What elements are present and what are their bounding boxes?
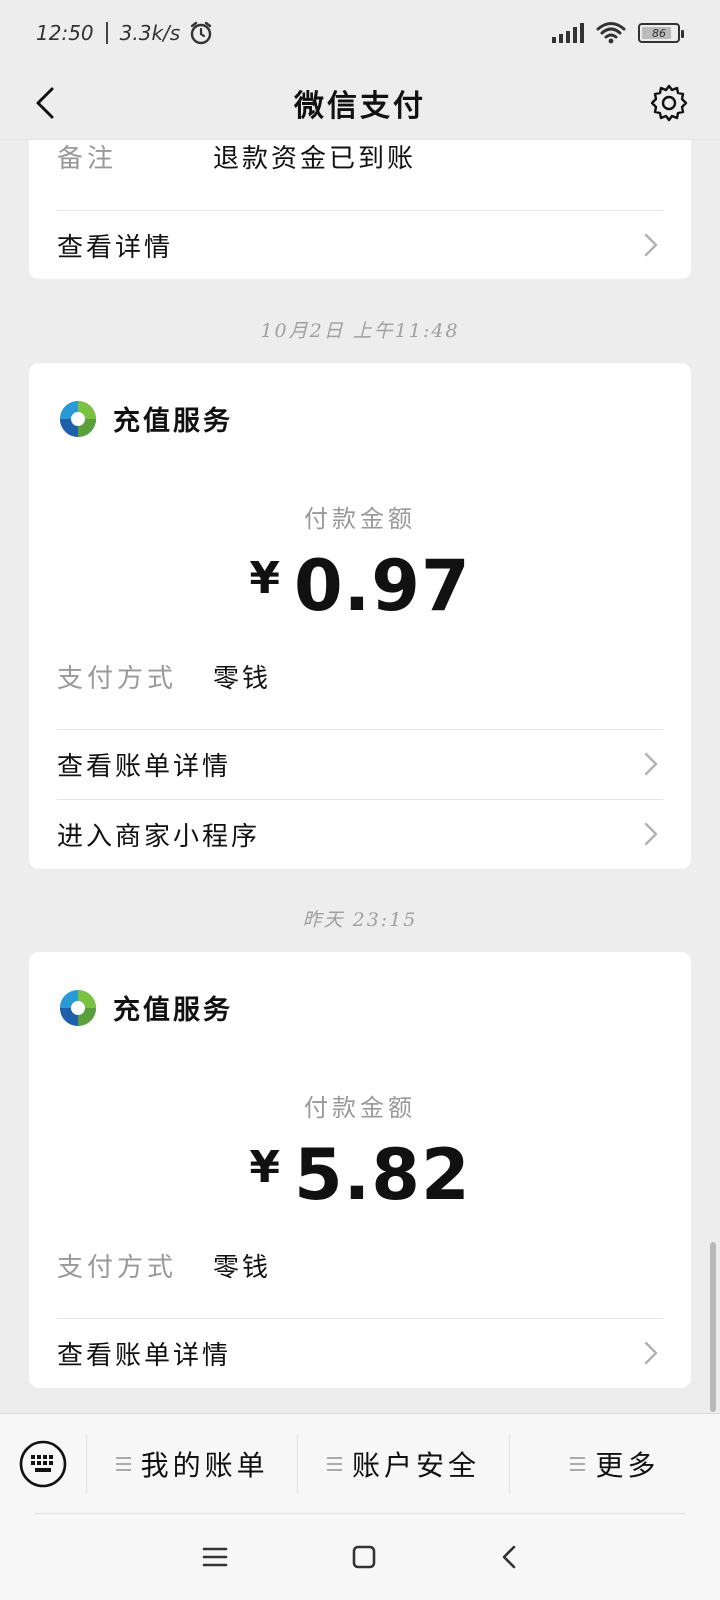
- system-back-button[interactable]: [500, 1544, 518, 1570]
- chevron-right-icon: [639, 1341, 663, 1365]
- system-navigation-bar: [0, 1513, 720, 1600]
- menu-icon: [570, 1456, 586, 1471]
- tab-my-bills[interactable]: 我的账单: [86, 1434, 297, 1493]
- remark-label: 备注: [57, 143, 118, 174]
- back-button[interactable]: [20, 78, 70, 128]
- payment-amount: ¥5.82: [29, 1134, 691, 1216]
- payment-method-row: 支付方式 零钱: [57, 659, 663, 694]
- tab-account-security[interactable]: 账户安全: [297, 1434, 508, 1493]
- payment-card[interactable]: 充值服务 付款金额 ¥5.82 支付方式 零钱 查看账单详情: [29, 952, 691, 1388]
- timestamp: 昨天 23:15: [302, 909, 418, 931]
- view-details-link[interactable]: 查看详情: [57, 211, 663, 279]
- status-right: 86: [552, 21, 684, 45]
- chevron-left-icon: [36, 87, 54, 119]
- payment-amount: ¥0.97: [29, 545, 691, 627]
- remark-row: 备注 退款资金已到账: [57, 140, 663, 174]
- payment-method-label: 支付方式: [57, 663, 178, 694]
- battery-icon: 86: [638, 23, 684, 43]
- keyboard-button[interactable]: [0, 1414, 86, 1514]
- signal-icon: [552, 23, 584, 43]
- tab-account-security-label: 账户安全: [351, 1448, 480, 1482]
- divider: [34, 1513, 686, 1514]
- gear-icon: [650, 84, 688, 122]
- merchant-logo-icon: [60, 400, 96, 437]
- network-speed: 3.3k/s: [119, 21, 181, 45]
- wifi-icon: [596, 22, 626, 44]
- amount-label: 付款金额: [304, 505, 416, 533]
- home-button[interactable]: [352, 1545, 376, 1569]
- merchant-mini-program-link[interactable]: 进入商家小程序: [57, 800, 663, 868]
- status-time: 12:50: [36, 21, 94, 45]
- page-title: 微信支付: [294, 88, 426, 124]
- keyboard-icon: [19, 1440, 67, 1487]
- merchant-name: 充值服务: [113, 406, 233, 437]
- tab-more-label: 更多: [595, 1448, 660, 1482]
- merchant-name: 充值服务: [113, 995, 233, 1026]
- view-bill-details-link[interactable]: 查看账单详情: [57, 730, 663, 798]
- tab-more[interactable]: 更多: [508, 1434, 720, 1493]
- payment-method-label: 支付方式: [57, 1252, 178, 1283]
- tab-my-bills-label: 我的账单: [140, 1448, 269, 1482]
- merchant: 充值服务: [59, 988, 233, 1027]
- amount-value: 5.82: [293, 1134, 471, 1216]
- bottom-tab-bar: 我的账单 账户安全 更多: [0, 1413, 720, 1513]
- settings-button[interactable]: [644, 78, 694, 128]
- remark-value: 退款资金已到账: [213, 143, 417, 174]
- amount-value: 0.97: [293, 545, 471, 627]
- payment-method-value: 零钱: [213, 1252, 272, 1283]
- merchant: 充值服务: [59, 399, 233, 438]
- alarm-icon: [190, 21, 212, 45]
- menu-icon: [326, 1456, 342, 1471]
- status-bar: 12:50 3.3k/s 86: [0, 0, 720, 66]
- merchant-logo-icon: [60, 989, 96, 1026]
- currency-symbol: ¥: [249, 553, 280, 604]
- view-bill-details-label: 查看账单详情: [57, 1340, 232, 1371]
- status-separator: [105, 22, 108, 44]
- payment-method-row: 支付方式 零钱: [57, 1248, 663, 1283]
- battery-level: 86: [652, 26, 666, 40]
- chevron-right-icon: [639, 233, 663, 257]
- recent-apps-button[interactable]: [202, 1546, 228, 1568]
- view-bill-details-link[interactable]: 查看账单详情: [57, 1319, 663, 1387]
- refund-card: 备注 退款资金已到账 查看详情: [29, 140, 691, 279]
- menu-icon: [115, 1456, 131, 1471]
- payment-method-value: 零钱: [213, 663, 272, 694]
- chevron-right-icon: [639, 752, 663, 776]
- merchant-mini-program-label: 进入商家小程序: [57, 821, 261, 852]
- timestamp: 10月2日 上午11:48: [260, 320, 460, 342]
- nav-bar: 微信支付: [0, 66, 720, 140]
- currency-symbol: ¥: [249, 1142, 280, 1193]
- view-details-label: 查看详情: [57, 232, 174, 263]
- payment-card[interactable]: 充值服务 付款金额 ¥0.97 支付方式 零钱 查看账单详情 进入商家小程序: [29, 363, 691, 869]
- view-bill-details-label: 查看账单详情: [57, 751, 232, 782]
- status-left: 12:50 3.3k/s: [36, 20, 214, 46]
- amount-label: 付款金额: [304, 1094, 416, 1122]
- scrollbar[interactable]: [710, 1242, 716, 1412]
- chevron-right-icon: [639, 822, 663, 846]
